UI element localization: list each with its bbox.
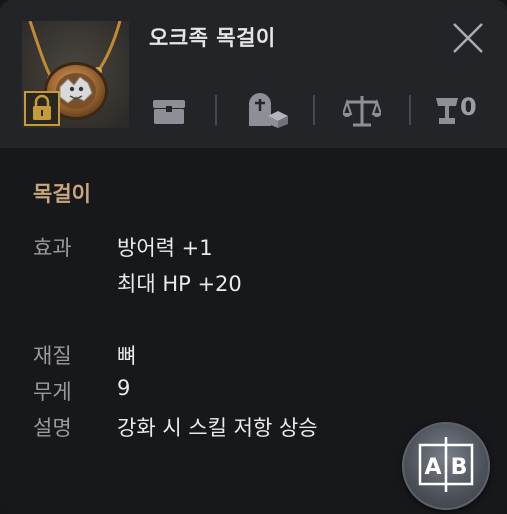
compare-label-b: B [451, 455, 468, 480]
lock-badge [24, 91, 60, 126]
header-divider [215, 95, 217, 125]
compare-label-a: A [424, 455, 441, 480]
scales-icon [343, 96, 381, 127]
item-tooltip-panel: 오크족 목걸이 0 목걸이 효과 방어력 +1 최대 HP +20 재질 뼈 무… [0, 0, 507, 514]
description-label: 설명 [33, 416, 72, 440]
header-divider [313, 95, 315, 125]
close-button[interactable] [449, 19, 487, 57]
trophy-count: 0 [460, 93, 477, 121]
weight-value: 9 [117, 376, 131, 400]
tombstone-box-icon [249, 93, 288, 128]
padlock-icon [33, 94, 51, 120]
effect-line: 방어력 +1 [117, 236, 213, 260]
material-label: 재질 [33, 344, 72, 368]
description-value: 강화 시 스킬 저항 상승 [117, 416, 318, 440]
item-category: 목걸이 [33, 182, 91, 206]
effect-label: 효과 [33, 236, 72, 260]
material-value: 뼈 [117, 344, 137, 368]
effect-line: 최대 HP +20 [117, 272, 242, 296]
item-name: 오크족 목걸이 [149, 26, 276, 50]
compare-ab-button[interactable]: A B [402, 422, 490, 510]
compare-ab-icon: A B [418, 437, 474, 492]
close-icon [453, 23, 483, 53]
header-divider [409, 95, 411, 125]
trophy-icon [436, 98, 458, 124]
storage-chest-icon [153, 100, 185, 124]
weight-label: 무게 [33, 380, 72, 404]
